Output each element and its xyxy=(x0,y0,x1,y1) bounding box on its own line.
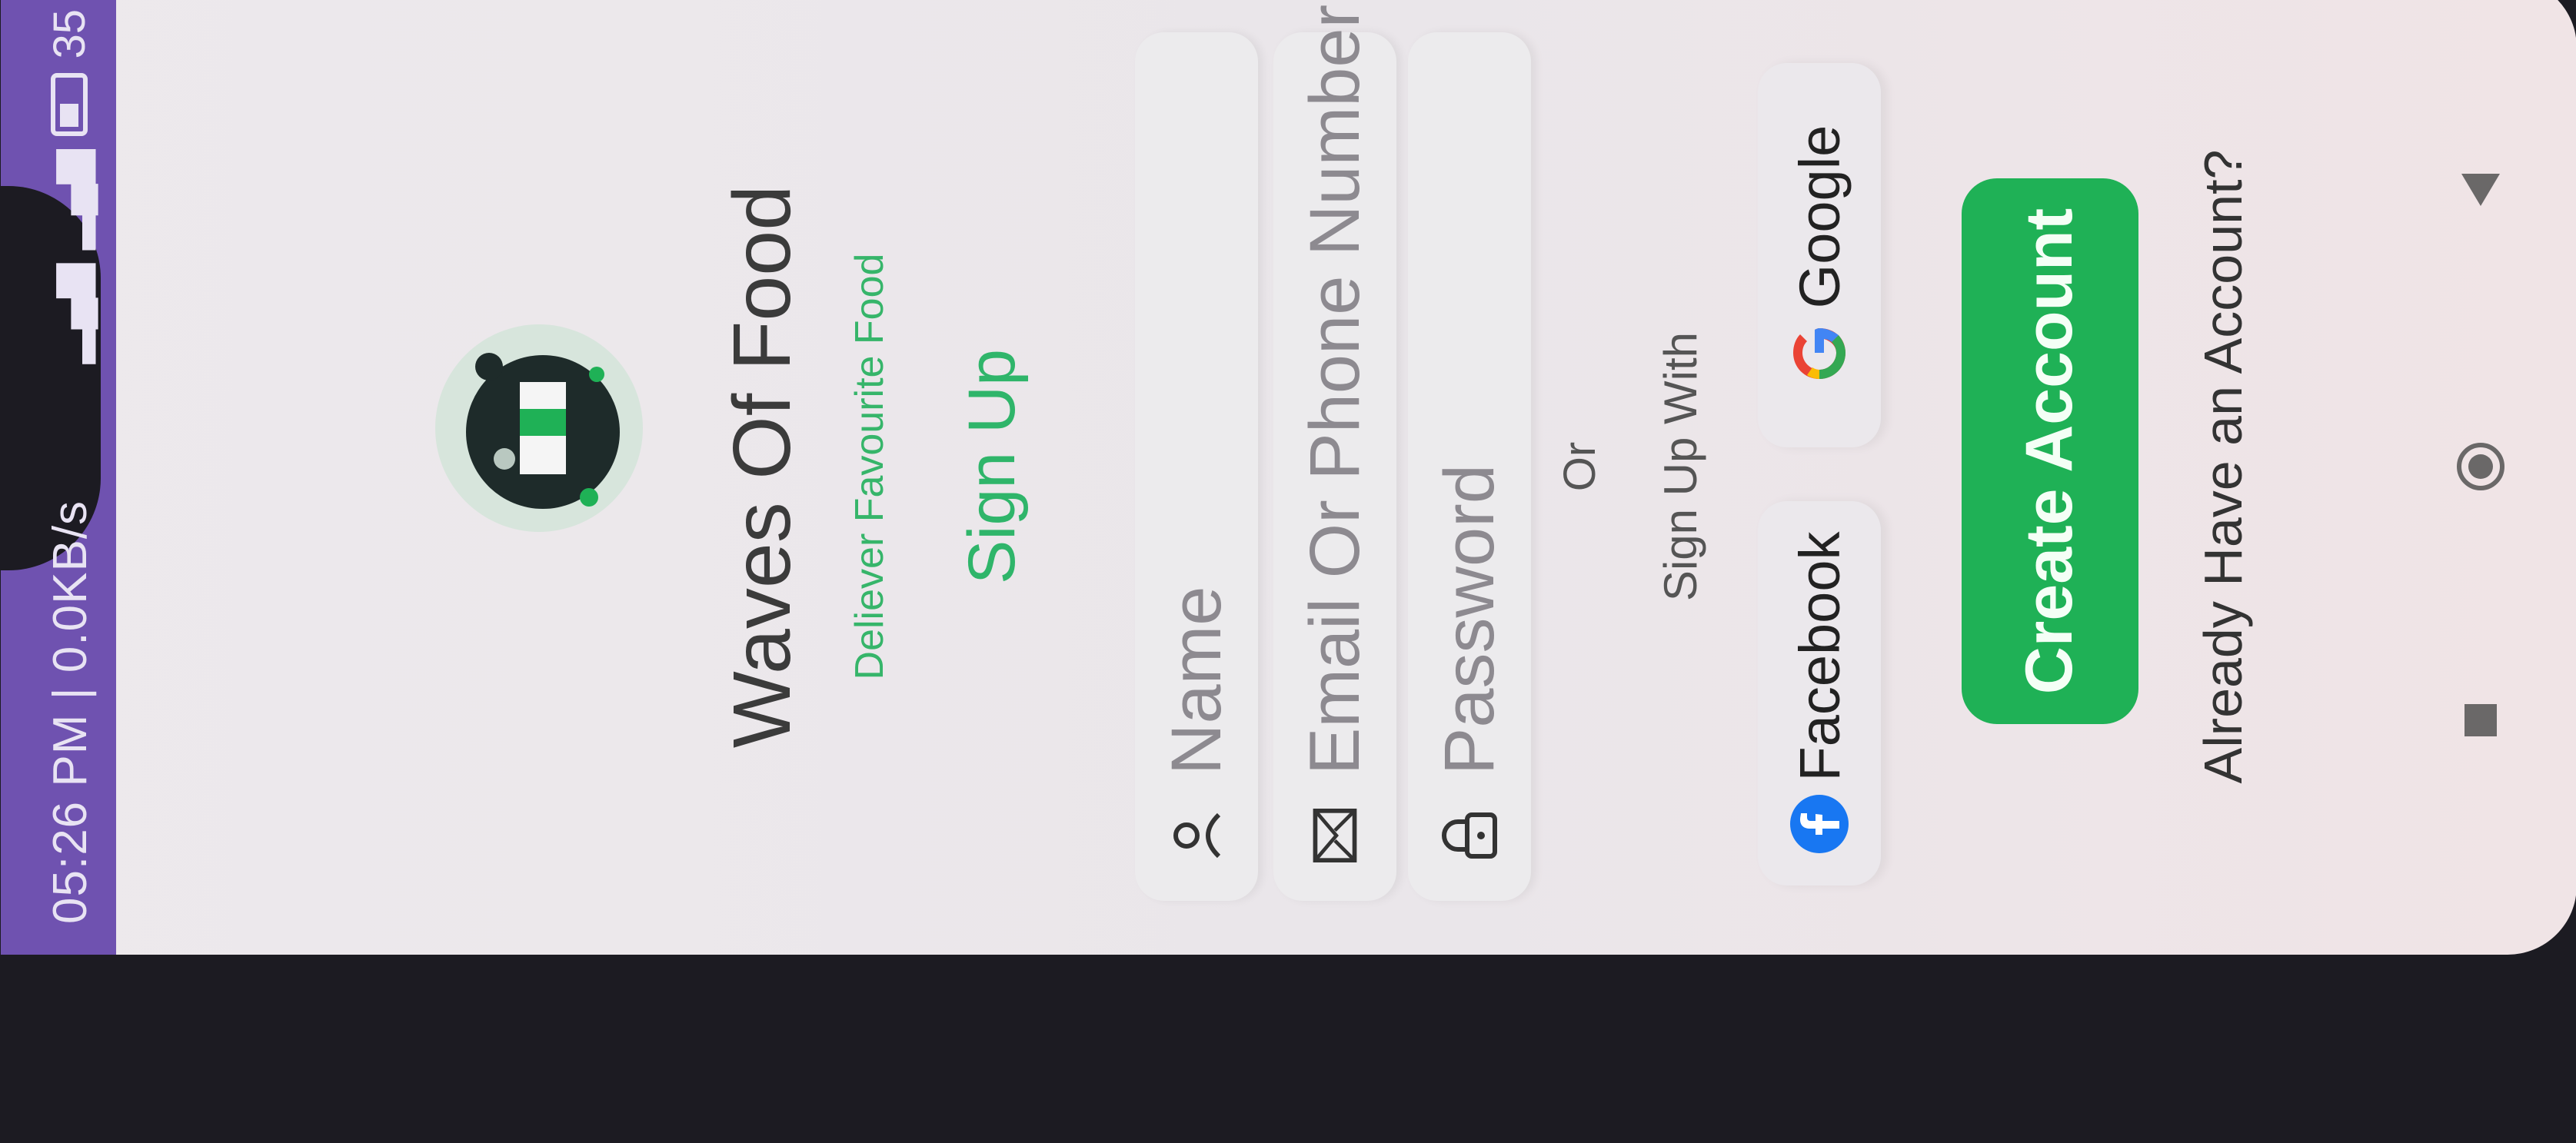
app-logo xyxy=(435,324,643,532)
google-label: Google xyxy=(1787,125,1852,309)
system-nav-bar xyxy=(2431,0,2576,955)
battery-icon xyxy=(51,72,88,136)
password-field[interactable]: Password xyxy=(1408,32,1531,901)
lock-icon xyxy=(1442,809,1497,862)
already-have-account-link[interactable]: Already Have an Account? xyxy=(2192,0,2254,955)
back-button[interactable] xyxy=(2454,163,2508,217)
email-field[interactable]: Email Or Phone Number xyxy=(1273,5,1396,901)
create-account-button[interactable]: Create Account xyxy=(1962,178,2138,724)
facebook-icon xyxy=(1790,795,1849,854)
signal-icon: ▂▄▆ xyxy=(45,263,95,364)
mail-icon xyxy=(1308,809,1362,862)
phone-screen: 05:26 PM | 0.0KB/s ▂▄▆ ▂▄▆ 35 Waves Of F… xyxy=(1,0,2576,955)
signup-screen: Waves Of Food Deliever Favourite Food Si… xyxy=(116,0,2576,955)
name-placeholder: Name xyxy=(1157,586,1236,775)
name-field[interactable]: Name xyxy=(1135,32,1258,901)
email-placeholder: Email Or Phone Number xyxy=(1295,4,1374,775)
status-bar: 05:26 PM | 0.0KB/s ▂▄▆ ▂▄▆ 35 xyxy=(1,0,116,955)
home-button[interactable] xyxy=(2454,440,2508,493)
circle-icon xyxy=(2457,443,2504,490)
password-placeholder: Password xyxy=(1429,464,1509,775)
google-button[interactable]: Google xyxy=(1758,63,1881,447)
sign-up-with-label: Sign Up With xyxy=(1655,331,1706,602)
screen-heading: Sign Up xyxy=(955,349,1029,584)
wifi-signal-icon: ▂▄▆ xyxy=(45,149,95,250)
facebook-label: Facebook xyxy=(1787,531,1852,782)
app-tagline: Deliever Favourite Food xyxy=(847,253,892,680)
triangle-back-icon xyxy=(2461,174,2500,206)
recents-button[interactable] xyxy=(2454,693,2508,747)
google-icon xyxy=(1793,328,1845,380)
person-icon xyxy=(1170,809,1223,862)
square-icon xyxy=(2465,704,2497,736)
app-title: Waves Of Food xyxy=(717,184,807,749)
facebook-button[interactable]: Facebook xyxy=(1758,501,1881,885)
battery-level: 35 xyxy=(44,9,95,59)
status-time: 05:26 PM | 0.0KB/s xyxy=(44,500,97,924)
or-divider: Or xyxy=(1555,441,1605,492)
status-icons: ▂▄▆ ▂▄▆ 35 xyxy=(43,9,95,364)
